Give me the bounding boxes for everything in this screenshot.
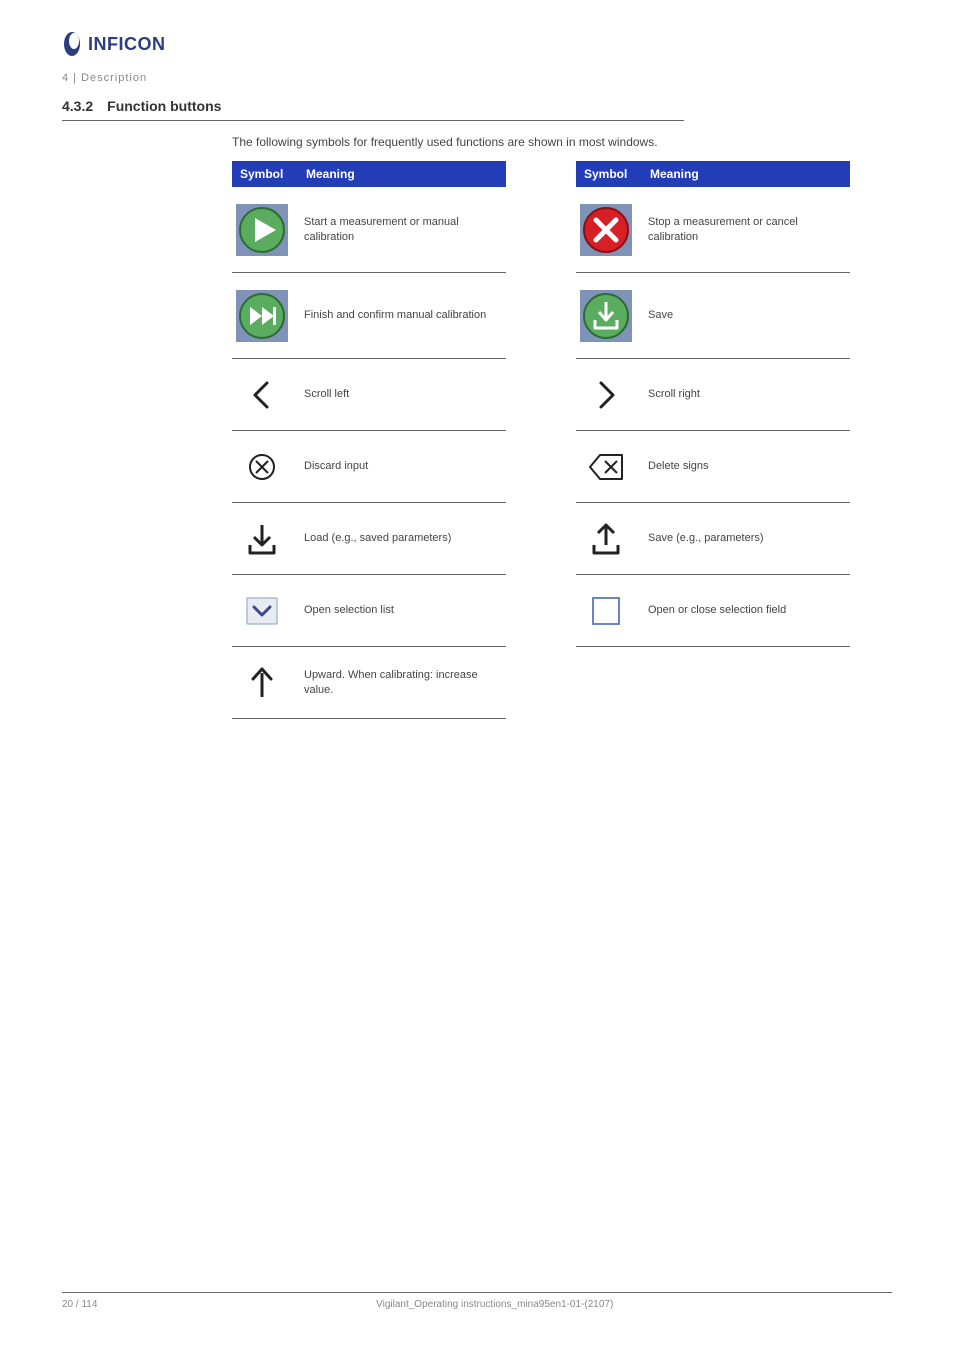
table-row: Discard input [232, 431, 506, 503]
save-icon [580, 290, 632, 342]
logo-icon [62, 30, 82, 58]
table-row: Scroll right [576, 359, 850, 431]
section-number: 4.3.2 [62, 98, 93, 114]
meaning-text: Open selection list [302, 597, 506, 624]
arrow-up-icon [236, 657, 288, 709]
checkbox-icon [580, 585, 632, 637]
table-row: Save (e.g., parameters) [576, 503, 850, 575]
meaning-text: Open or close selection field [646, 597, 850, 624]
table-row: Open or close selection field [576, 575, 850, 647]
col-meaning-header: Meaning [646, 167, 850, 181]
doc-title: Vigilant_Operating instructions_mina95en… [376, 1299, 613, 1310]
brand-name: INFICON [88, 34, 166, 55]
chevron-down-icon [236, 585, 288, 637]
symbol-table-right: Symbol Meaning Stop a measurement or can… [576, 161, 850, 719]
col-meaning-header: Meaning [302, 167, 506, 181]
backspace-icon [580, 441, 632, 493]
page-number: 20 / 114 [62, 1299, 97, 1310]
download-icon [236, 513, 288, 565]
table-header: Symbol Meaning [232, 161, 506, 187]
table-row: Scroll left [232, 359, 506, 431]
col-symbol-header: Symbol [232, 167, 302, 181]
col-symbol-header: Symbol [576, 167, 646, 181]
meaning-text: Finish and confirm manual calibration [302, 302, 506, 329]
meaning-text: Load (e.g., saved parameters) [302, 525, 506, 552]
brand-header: INFICON [62, 30, 892, 58]
table-row: Open selection list [232, 575, 506, 647]
upload-icon [580, 513, 632, 565]
chevron-left-icon [236, 369, 288, 421]
chevron-right-icon [580, 369, 632, 421]
table-row: Start a measurement or manual calibratio… [232, 187, 506, 273]
meaning-text: Stop a measurement or cancel calibration [646, 209, 850, 251]
meaning-text: Save (e.g., parameters) [646, 525, 850, 552]
section-divider [62, 120, 684, 121]
meaning-text: Upward. When calibrating: increase value… [302, 662, 506, 704]
section-title: 4.3.2 Function buttons [62, 98, 892, 114]
meaning-text: Save [646, 302, 850, 329]
footer-divider [62, 1292, 892, 1293]
fast-forward-icon [236, 290, 288, 342]
meaning-text: Start a measurement or manual calibratio… [302, 209, 506, 251]
meaning-text: Delete signs [646, 453, 850, 480]
intro-text: The following symbols for frequently use… [232, 135, 892, 149]
meaning-text: Discard input [302, 453, 506, 480]
meaning-text: Scroll left [302, 381, 506, 408]
circle-x-icon [236, 441, 288, 493]
table-row: Finish and confirm manual calibration [232, 273, 506, 359]
table-row: Stop a measurement or cancel calibration [576, 187, 850, 273]
table-header: Symbol Meaning [576, 161, 850, 187]
play-icon [236, 204, 288, 256]
chapter-label: 4 | Description [62, 72, 892, 84]
footer: 20 / 114 Vigilant_Operating instructions… [62, 1299, 892, 1310]
symbol-table-left: Symbol Meaning Start a measurement or ma… [232, 161, 506, 719]
cancel-icon [580, 204, 632, 256]
meaning-text: Scroll right [646, 381, 850, 408]
table-row: Delete signs [576, 431, 850, 503]
table-row: Upward. When calibrating: increase value… [232, 647, 506, 719]
section-name: Function buttons [107, 98, 221, 114]
table-row: Load (e.g., saved parameters) [232, 503, 506, 575]
table-row: Save [576, 273, 850, 359]
